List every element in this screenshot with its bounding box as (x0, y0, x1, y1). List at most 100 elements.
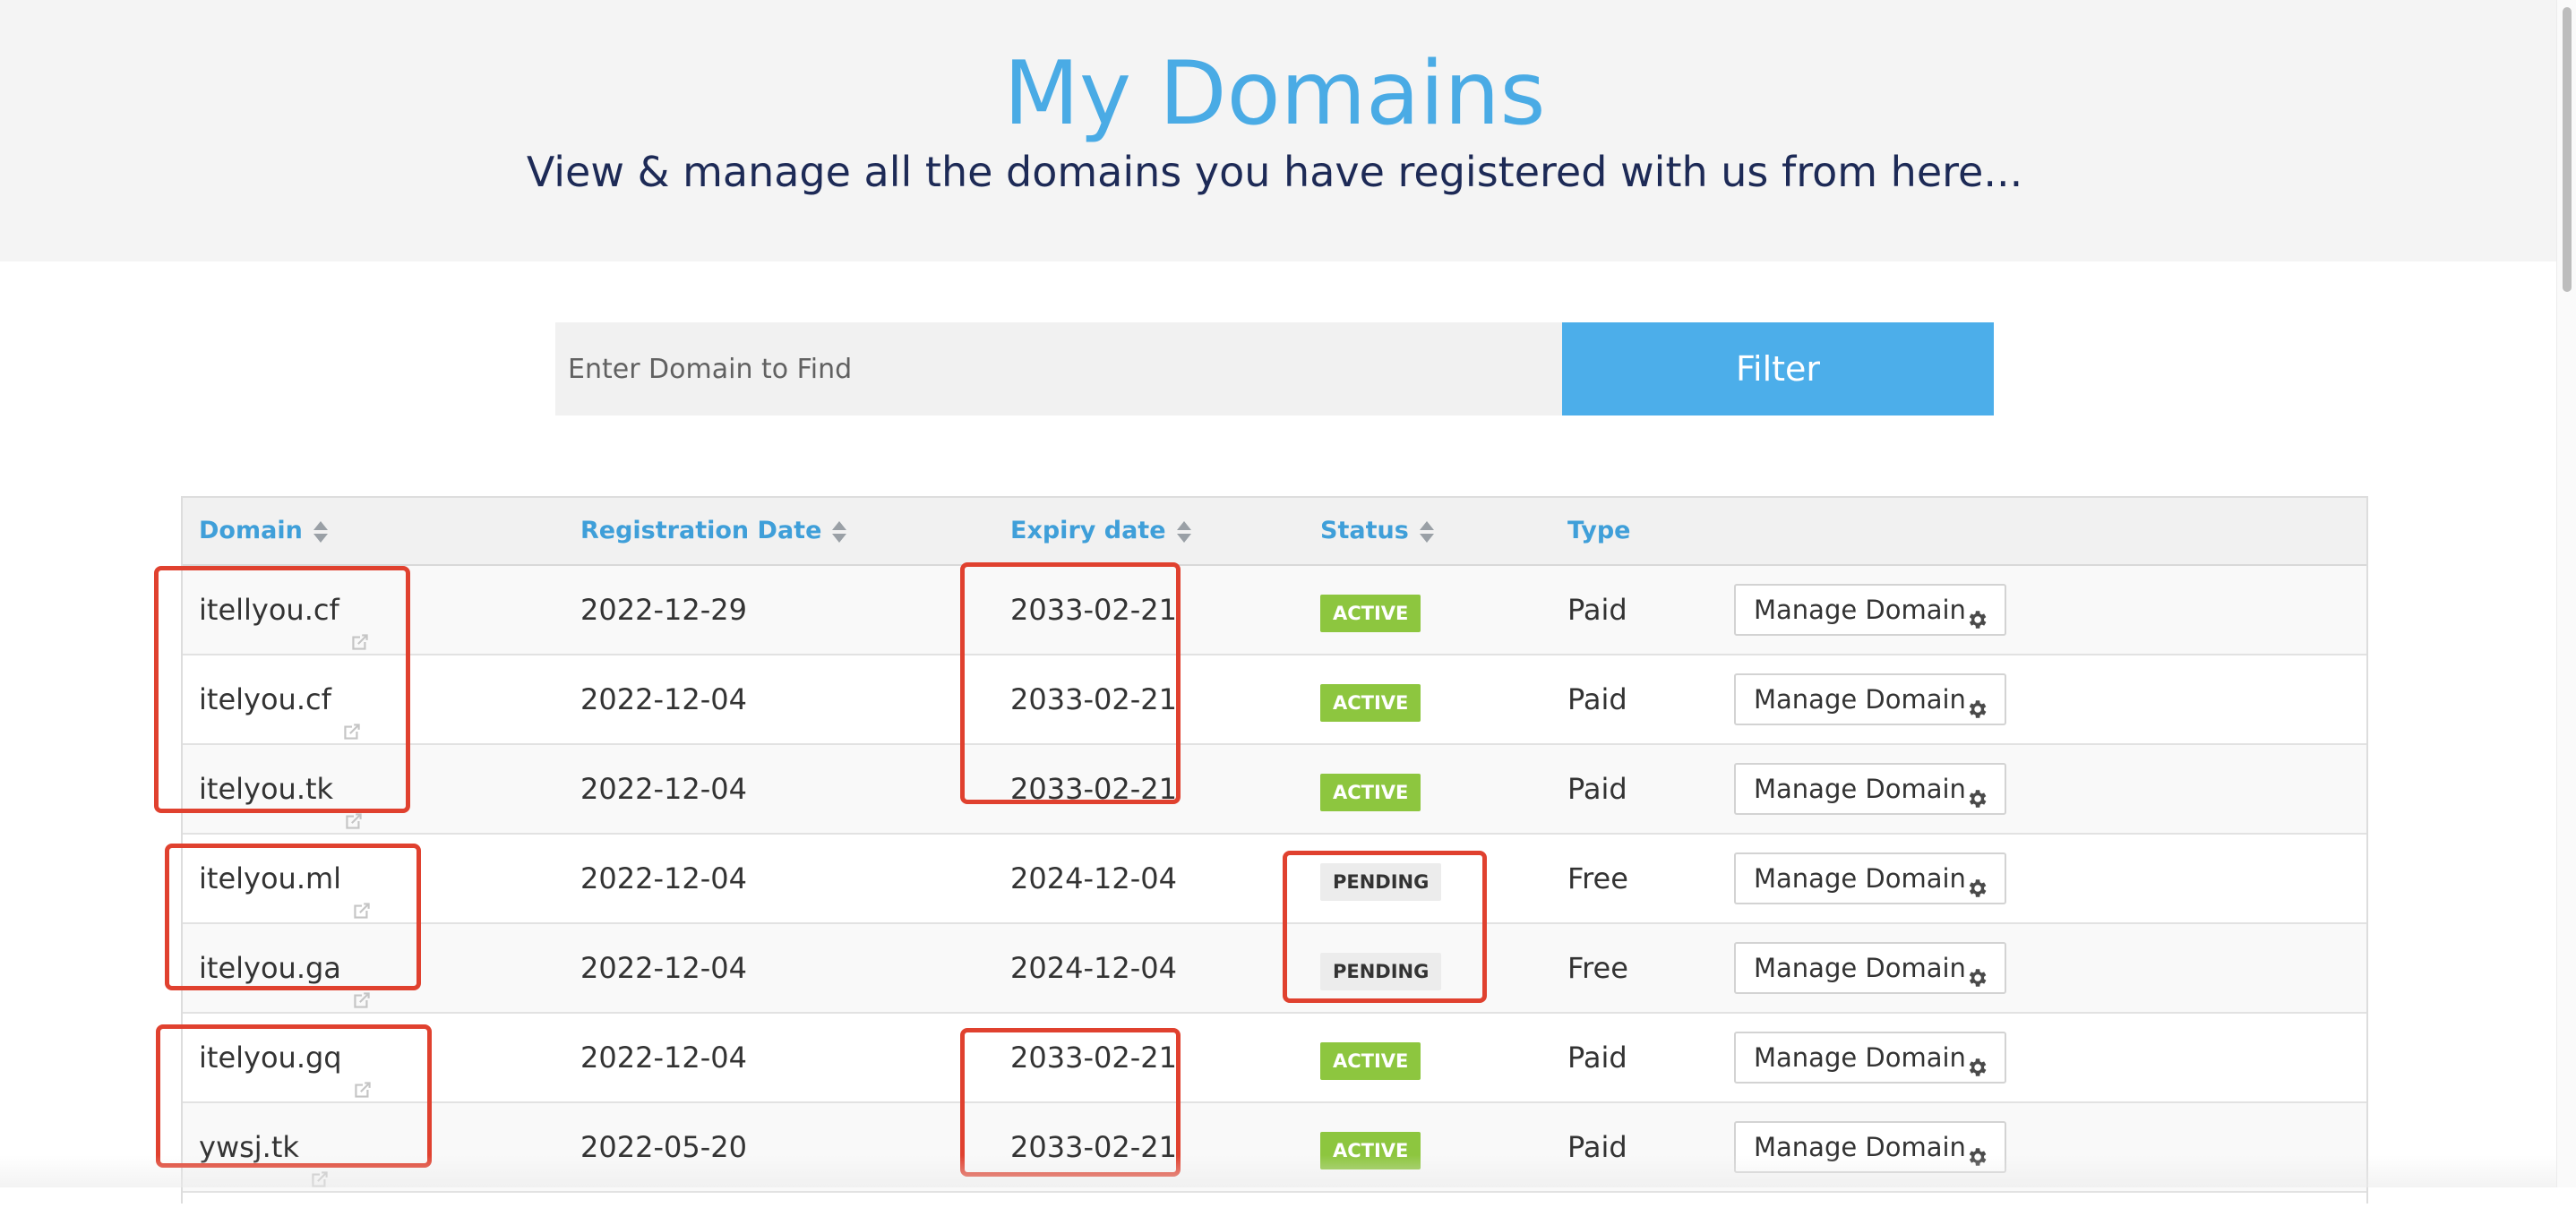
table-row: itelyou.gq 2022-12-04 2033-02-21 ACTIVE Paid… (183, 1014, 2366, 1103)
manage-domain-label: Manage Domain (1754, 774, 1966, 804)
domain-cell: itellyou.cf (199, 566, 372, 654)
expiry-date-cell: 2033-02-21 (1010, 593, 1177, 627)
page-header: My Domains View & manage all the domains… (0, 0, 2576, 261)
registration-date-cell: 2022-12-29 (580, 593, 747, 627)
type-cell: Free (1567, 951, 1628, 985)
column-header-registration-date[interactable]: Registration Date (580, 498, 847, 564)
table-header: Domain Registration Date Expiry date Sta… (183, 498, 2366, 566)
status-badge: ACTIVE (1320, 1132, 1421, 1169)
gear-icon (1965, 1135, 1988, 1166)
page-subtitle: View & manage all the domains you have r… (526, 148, 2023, 196)
status-badge: ACTIVE (1320, 774, 1421, 811)
type-cell: Paid (1567, 1041, 1627, 1075)
domain-name-link[interactable]: itellyou.cf (199, 593, 339, 627)
registration-date-cell: 2022-12-04 (580, 951, 747, 985)
manage-domain-button[interactable]: Manage Domain (1734, 1121, 2006, 1173)
type-cell: Paid (1567, 772, 1627, 806)
registration-date-cell: 2022-12-04 (580, 682, 747, 716)
domain-name-link[interactable]: itelyou.cf (199, 682, 331, 716)
column-header-type: Type (1567, 498, 1630, 564)
table-row: itelyou.ga 2022-12-04 2024-12-04 PENDING Fre… (183, 924, 2366, 1014)
expiry-date-cell: 2033-02-21 (1010, 682, 1177, 716)
manage-domain-label: Manage Domain (1754, 684, 1966, 715)
expiry-date-cell: 2033-02-21 (1010, 1041, 1177, 1075)
table-row: itelyou.ml 2022-12-04 2024-12-04 PENDING Fre… (183, 835, 2366, 924)
external-link-icon[interactable] (351, 1048, 374, 1098)
manage-domain-button[interactable]: Manage Domain (1734, 942, 2006, 994)
column-header-status[interactable]: Status (1320, 498, 1434, 564)
type-cell: Paid (1567, 1130, 1627, 1164)
column-header-domain-label: Domain (199, 517, 303, 544)
external-link-icon[interactable] (340, 690, 364, 740)
domain-name-link[interactable]: itelyou.gq (199, 1041, 342, 1075)
external-link-icon[interactable] (348, 600, 372, 650)
manage-domain-label: Manage Domain (1754, 595, 1966, 625)
manage-domain-label: Manage Domain (1754, 1132, 1966, 1162)
domain-cell: itelyou.ga (199, 924, 374, 1012)
registration-date-cell: 2022-05-20 (580, 1130, 747, 1164)
expiry-date-cell: 2033-02-21 (1010, 772, 1177, 806)
expiry-date-cell: 2033-02-21 (1010, 1130, 1177, 1164)
gear-icon (1965, 688, 1988, 718)
manage-domain-button[interactable]: Manage Domain (1734, 1032, 2006, 1084)
registration-date-cell: 2022-12-04 (580, 861, 747, 895)
domain-name-link[interactable]: itelyou.tk (199, 772, 333, 806)
expiry-date-cell: 2024-12-04 (1010, 861, 1177, 895)
registration-date-cell: 2022-12-04 (580, 1041, 747, 1075)
expiry-date-cell: 2024-12-04 (1010, 951, 1177, 985)
external-link-icon[interactable] (350, 869, 374, 919)
sort-icon[interactable] (313, 520, 328, 543)
domain-name-link[interactable]: itelyou.ml (199, 861, 341, 895)
column-header-status-label: Status (1320, 517, 1409, 544)
sort-icon[interactable] (832, 520, 847, 543)
sort-icon[interactable] (1176, 520, 1191, 543)
column-header-domain[interactable]: Domain (199, 498, 328, 564)
domain-cell: itelyou.ml (199, 835, 374, 922)
page-title: My Domains (1003, 43, 1546, 145)
external-link-icon[interactable] (350, 958, 374, 1008)
status-badge: ACTIVE (1320, 684, 1421, 722)
domain-cell: itelyou.gq (199, 1014, 374, 1101)
column-header-expiry-date[interactable]: Expiry date (1010, 498, 1191, 564)
domain-search-input[interactable] (555, 322, 1562, 415)
gear-icon (1965, 1046, 1988, 1076)
status-badge: ACTIVE (1320, 1042, 1421, 1080)
type-cell: Paid (1567, 593, 1627, 627)
manage-domain-button[interactable]: Manage Domain (1734, 673, 2006, 725)
filter-button[interactable]: Filter (1562, 322, 1994, 415)
table-row: itellyou.cf 2022-12-29 2033-02-21 ACTIVE Pai… (183, 566, 2366, 655)
domain-name-link[interactable]: itelyou.ga (199, 951, 341, 985)
type-cell: Paid (1567, 682, 1627, 716)
scrollbar-thumb[interactable] (2563, 7, 2572, 292)
domain-cell: itelyou.cf (199, 655, 364, 743)
table-row: itelyou.tk 2022-12-04 2033-02-21 ACTIVE Paid… (183, 745, 2366, 835)
sort-icon[interactable] (1419, 520, 1434, 543)
gear-icon (1965, 956, 1988, 987)
scrollbar[interactable] (2556, 0, 2576, 1187)
status-badge: PENDING (1320, 863, 1442, 901)
manage-domain-label: Manage Domain (1754, 1042, 1966, 1073)
external-link-icon[interactable] (308, 1137, 331, 1187)
table-row: itelyou.cf 2022-12-04 2033-02-21 ACTIVE Paid… (183, 655, 2366, 745)
domain-cell: itelyou.tk (199, 745, 365, 833)
gear-icon (1965, 867, 1988, 897)
external-link-icon[interactable] (342, 779, 365, 829)
domains-table: Domain Registration Date Expiry date Sta… (181, 496, 2368, 1204)
status-badge: ACTIVE (1320, 595, 1421, 632)
manage-domain-label: Manage Domain (1754, 953, 1966, 983)
column-header-type-label: Type (1567, 517, 1631, 544)
type-cell: Free (1567, 861, 1628, 895)
column-header-registration-date-label: Registration Date (580, 517, 822, 544)
manage-domain-button[interactable]: Manage Domain (1734, 584, 2006, 636)
manage-domain-button[interactable]: Manage Domain (1734, 852, 2006, 904)
registration-date-cell: 2022-12-04 (580, 772, 747, 806)
domain-cell: ywsj.tk (199, 1103, 331, 1191)
manage-domain-label: Manage Domain (1754, 863, 1966, 894)
gear-icon (1965, 598, 1988, 629)
column-header-expiry-date-label: Expiry date (1010, 517, 1166, 544)
table-row: ywsj.tk 2022-05-20 2033-02-21 ACTIVE Paid Man… (183, 1103, 2366, 1193)
manage-domain-button[interactable]: Manage Domain (1734, 763, 2006, 815)
gear-icon (1965, 777, 1988, 808)
status-badge: PENDING (1320, 953, 1442, 990)
domain-name-link[interactable]: ywsj.tk (199, 1130, 299, 1164)
